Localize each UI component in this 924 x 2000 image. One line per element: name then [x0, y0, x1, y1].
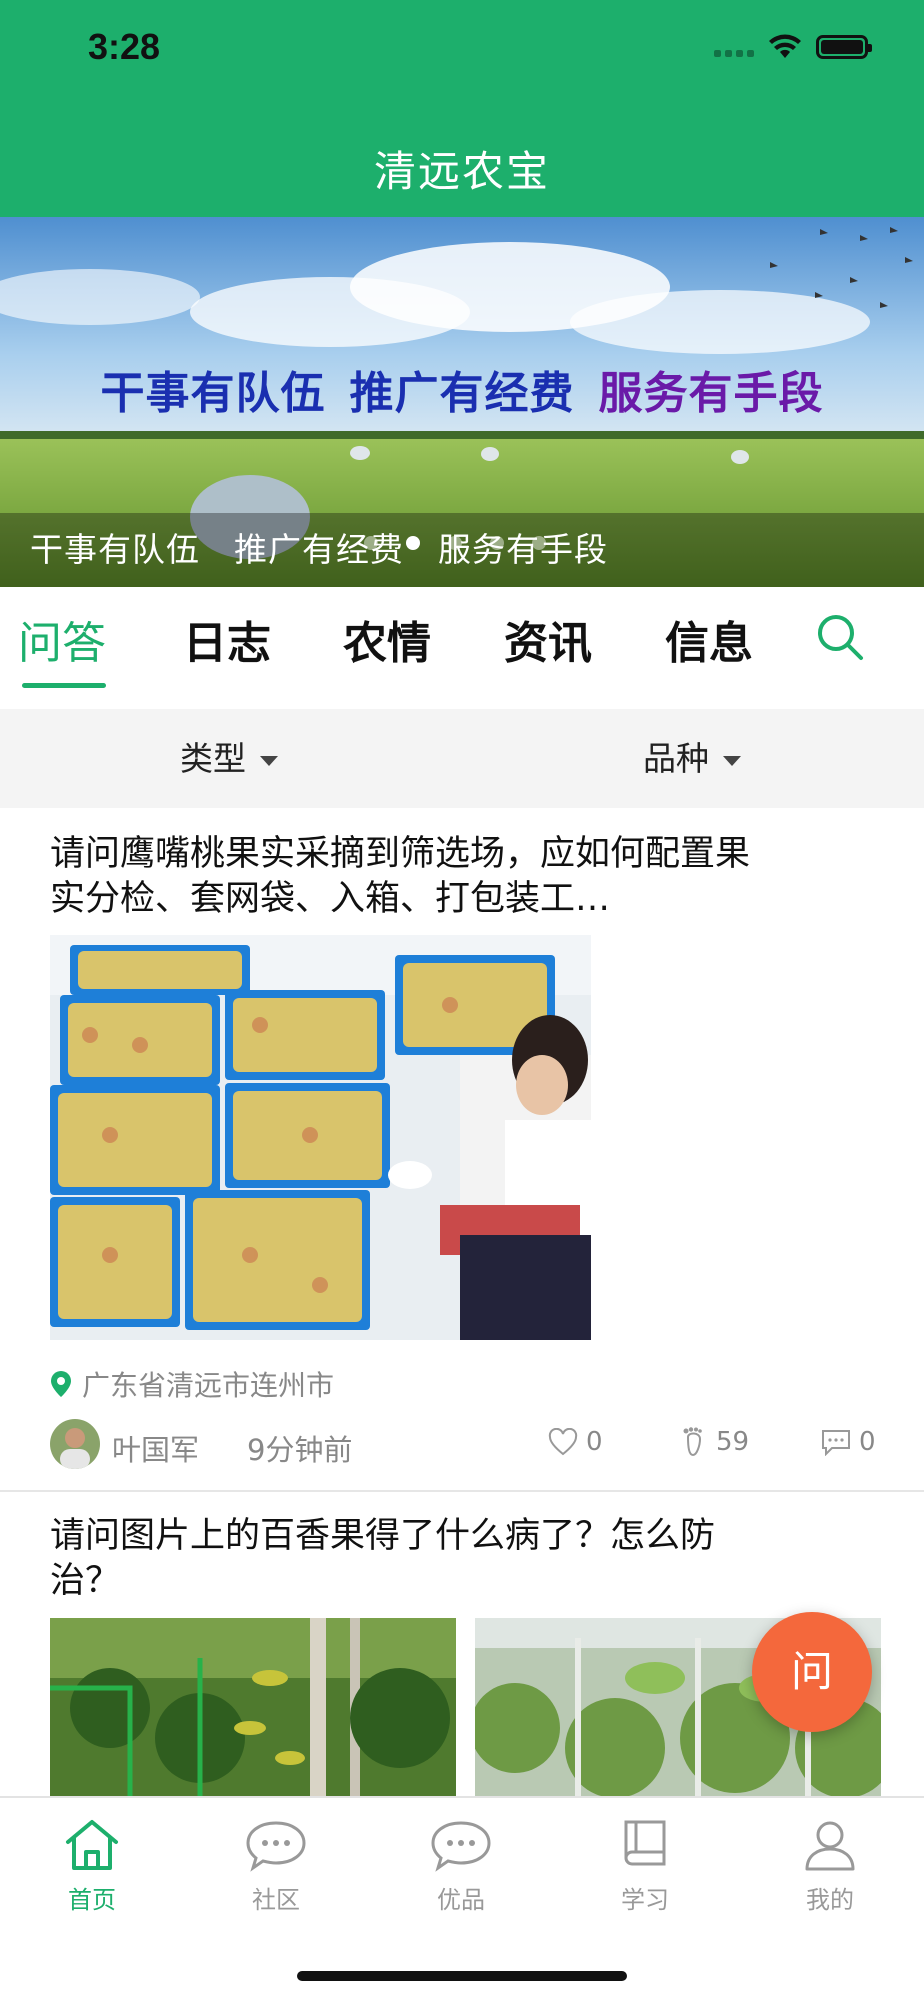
carousel-dot-active[interactable] — [406, 536, 420, 550]
active-tab-indicator — [22, 683, 106, 688]
tab-log[interactable]: 日志 — [183, 607, 271, 671]
chat-bubble-icon — [246, 1821, 306, 1872]
view-stat: 59 — [680, 1427, 749, 1457]
tab-qa[interactable]: 问答 — [18, 607, 106, 671]
like-count: 0 — [586, 1427, 603, 1457]
carousel-dot[interactable] — [532, 536, 546, 550]
nav-learn[interactable]: 学习 — [585, 1818, 705, 1915]
comment-icon — [822, 1430, 850, 1456]
status-time: 3:28 — [88, 26, 161, 67]
question-card[interactable]: 请问鹰嘴桃果实采摘到筛选场，应如何配置果实分检、套网袋、入箱、打包装工… 广东省… — [0, 808, 924, 1490]
cellular-signal-icon — [714, 37, 754, 57]
carousel-dot[interactable] — [364, 536, 378, 550]
question-location: 广东省清远市连州市 — [50, 1364, 334, 1404]
banner-caption: 干事有队伍 推广有经费 服务有手段 — [0, 513, 924, 587]
nav-label: 我的 — [806, 1886, 854, 1914]
nav-label: 优品 — [437, 1886, 485, 1914]
nav-label: 学习 — [621, 1886, 669, 1914]
question-title[interactable]: 请问鹰嘴桃果实采摘到筛选场，应如何配置果实分检、套网袋、入箱、打包装工… — [50, 832, 750, 922]
home-indicator — [297, 1971, 627, 1981]
question-meta: 叶国军 9分钟前 0 59 0 — [50, 1419, 876, 1469]
home-icon — [66, 1820, 118, 1870]
like-button[interactable]: 0 — [548, 1427, 603, 1457]
type-filter-label: 类型 — [180, 739, 246, 778]
filter-bar: 类型 品种 — [0, 709, 924, 808]
question-title[interactable]: 请问图片上的百香果得了什么病了？怎么防治？ — [50, 1514, 750, 1604]
comment-button[interactable]: 0 — [821, 1427, 876, 1457]
user-icon — [805, 1821, 855, 1871]
nav-label: 社区 — [252, 1886, 300, 1914]
post-time: 9分钟前 — [247, 1433, 353, 1467]
bottom-navigation: 首页 社区 优品 学习 我的 — [0, 1796, 924, 2000]
comment-count: 0 — [859, 1427, 876, 1457]
view-count: 59 — [716, 1427, 750, 1457]
banner-slogan: 干事有队伍 推广有经费 服务有手段 — [0, 357, 924, 421]
variety-filter-label: 品种 — [643, 739, 709, 778]
nav-home[interactable]: 首页 — [32, 1818, 152, 1915]
nav-label: 首页 — [68, 1886, 116, 1914]
banner-carousel[interactable]: 干事有队伍 推广有经费 服务有手段 干事有队伍 推广有经费 服务有手段 — [0, 217, 924, 587]
variety-filter-dropdown[interactable]: 品种 — [643, 709, 741, 808]
caret-down-icon — [260, 755, 278, 766]
carousel-dot[interactable] — [448, 536, 462, 550]
wifi-icon — [769, 34, 801, 58]
banner-slogan-part: 服务有手段 — [598, 368, 824, 419]
location-pin-icon — [51, 1371, 71, 1397]
heart-icon — [548, 1428, 578, 1456]
status-icons — [714, 34, 872, 60]
app-header: 3:28 清远农宝 — [0, 0, 924, 217]
tab-farm-condition[interactable]: 农情 — [343, 607, 431, 671]
tab-news[interactable]: 资讯 — [504, 607, 592, 671]
location-text: 广东省清远市连州市 — [82, 1369, 335, 1402]
category-tabs: 问答 日志 农情 资讯 信息 — [0, 587, 924, 709]
banner-slogan-part: 干事有队伍 — [100, 368, 326, 419]
carousel-dots[interactable] — [364, 536, 546, 550]
footprint-icon — [683, 1427, 702, 1457]
nav-profile[interactable]: 我的 — [770, 1818, 890, 1915]
app-title: 清远农宝 — [373, 147, 550, 196]
avatar[interactable] — [50, 1419, 100, 1469]
caret-down-icon — [723, 755, 741, 766]
nav-products[interactable]: 优品 — [401, 1818, 521, 1915]
carousel-dot[interactable] — [490, 536, 504, 550]
question-photo[interactable] — [50, 1618, 456, 1796]
search-icon[interactable] — [814, 611, 866, 663]
nav-community[interactable]: 社区 — [216, 1818, 336, 1915]
battery-icon — [816, 35, 872, 59]
tab-info[interactable]: 信息 — [665, 607, 753, 671]
chat-bubble-icon — [431, 1821, 491, 1872]
book-icon — [624, 1820, 666, 1866]
banner-slogan-part: 推广有经费 — [349, 368, 575, 419]
ask-question-button[interactable]: 问 — [752, 1612, 872, 1732]
author-name[interactable]: 叶国军 — [112, 1427, 199, 1469]
type-filter-dropdown[interactable]: 类型 — [180, 709, 278, 808]
question-photo[interactable] — [50, 935, 591, 1340]
